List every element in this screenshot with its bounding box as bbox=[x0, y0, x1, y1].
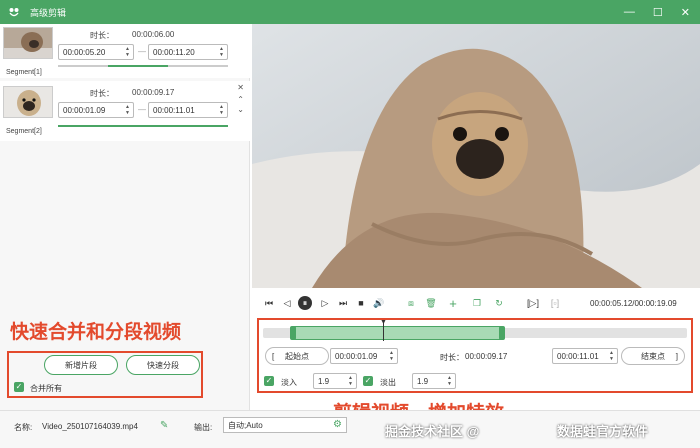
segment-thumbnail bbox=[3, 86, 53, 118]
stop-icon[interactable]: ■ bbox=[354, 296, 368, 310]
name-label: 名称: bbox=[14, 423, 33, 432]
copy-icon[interactable]: ❐ bbox=[470, 296, 484, 310]
video-preview[interactable] bbox=[252, 24, 700, 288]
end-time-value: 00:00:11.01 bbox=[557, 351, 599, 361]
bracket-left-icon: [ bbox=[272, 351, 275, 361]
fade-out-label: 淡出 bbox=[380, 378, 396, 387]
fade-in-field[interactable]: 1.9 ▲ ▼ bbox=[313, 373, 357, 389]
timeline-start-handle[interactable] bbox=[290, 326, 296, 340]
range-dash: — bbox=[138, 47, 146, 56]
fade-out-field[interactable]: 1.9 ▲ ▼ bbox=[412, 373, 456, 389]
stepper-icon[interactable]: ▲ ▼ bbox=[125, 104, 130, 116]
reset-icon[interactable]: ↻ bbox=[492, 296, 506, 310]
step-forward-icon[interactable]: ▷ bbox=[318, 296, 332, 310]
minimize-button[interactable]: — bbox=[624, 6, 635, 18]
delete-segment-icon[interactable]: ✕ bbox=[237, 83, 244, 92]
window-title: 高级剪辑 bbox=[30, 7, 67, 18]
segment-thumbnail bbox=[3, 27, 53, 59]
split-icon[interactable]: ⧈ bbox=[404, 296, 418, 310]
segment-duration: 00:00:06.00 bbox=[132, 30, 175, 39]
fade-in-label: 淡入 bbox=[281, 378, 297, 387]
set-end-button[interactable]: 结束点 ] bbox=[621, 347, 685, 365]
volume-icon[interactable]: 🔊 bbox=[372, 296, 386, 310]
add-icon[interactable]: + bbox=[446, 296, 460, 311]
stepper-icon[interactable]: ▲ ▼ bbox=[219, 104, 224, 116]
watermark-right: 数据蛙官方软件 bbox=[557, 424, 649, 439]
segment-start-field[interactable]: 00:00:05.20 ▲ ▼ bbox=[58, 44, 134, 60]
set-end-label: 结束点 bbox=[641, 351, 665, 361]
range-dash: — bbox=[138, 105, 146, 114]
add-segment-button[interactable]: 新增片段 bbox=[44, 355, 118, 375]
fade-in-checkbox[interactable]: ✓ bbox=[264, 376, 274, 386]
segment-duration-label: 时长： bbox=[90, 89, 114, 98]
set-start-label: 起始点 bbox=[285, 351, 309, 361]
set-start-button[interactable]: [ 起始点 bbox=[265, 347, 329, 365]
segment-start-field[interactable]: 00:00:01.09 ▲ ▼ bbox=[58, 102, 134, 118]
output-select-value: 自动;Auto bbox=[228, 420, 263, 430]
maximize-button[interactable]: ☐ bbox=[653, 6, 663, 19]
time-readout: 00:00:05.12/00:00:19.09 bbox=[590, 299, 677, 308]
segment-label: Segment[2] bbox=[6, 128, 42, 135]
segment-start-value: 00:00:05.20 bbox=[63, 47, 106, 57]
segment-duration: 00:00:09.17 bbox=[132, 88, 175, 97]
delete-icon[interactable]: 🗑 bbox=[424, 296, 438, 310]
skip-end-icon[interactable]: ⏭ bbox=[336, 296, 350, 310]
trim-duration-label: 时长： bbox=[440, 353, 464, 362]
fade-out-value: 1.9 bbox=[417, 376, 429, 386]
pause-button[interactable]: ⏸ bbox=[298, 296, 312, 310]
segment-end-field[interactable]: 00:00:11.20 ▲ ▼ bbox=[148, 44, 228, 60]
segment-duration-label: 时长： bbox=[90, 31, 114, 40]
segment-label: Segment[1] bbox=[6, 69, 42, 76]
trim-duration-value: 00:00:09.17 bbox=[465, 352, 508, 361]
start-time-field[interactable]: 00:00:01.09 ▲ ▼ bbox=[330, 348, 398, 364]
segment-item-1[interactable]: Segment[1] 时长： 00:00:06.00 00:00:05.20 ▲… bbox=[0, 24, 250, 78]
preview-frame-image bbox=[252, 24, 700, 288]
mark-in-out-icon[interactable]: [▷] bbox=[526, 296, 540, 310]
crop-icon[interactable]: [▫] bbox=[548, 296, 562, 310]
segment-end-field[interactable]: 00:00:11.01 ▲ ▼ bbox=[148, 102, 228, 118]
skip-start-icon[interactable]: ⏮ bbox=[262, 296, 276, 310]
bracket-right-icon: ] bbox=[675, 351, 678, 361]
output-select[interactable]: 自动;Auto ⚙ bbox=[223, 417, 347, 433]
stepper-icon[interactable]: ▲ ▼ bbox=[219, 46, 224, 58]
close-button[interactable]: ✕ bbox=[681, 6, 690, 19]
end-time-field[interactable]: 00:00:11.01 ▲ ▼ bbox=[552, 348, 618, 364]
stepper-icon[interactable]: ▲ ▼ bbox=[348, 375, 353, 387]
merge-all-checkbox[interactable]: ✓ bbox=[14, 382, 24, 392]
start-time-value: 00:00:01.09 bbox=[335, 351, 378, 361]
app-logo-icon bbox=[8, 6, 20, 18]
stepper-icon[interactable]: ▲ ▼ bbox=[389, 350, 394, 362]
file-name: Video_250107164039.mp4 bbox=[42, 422, 138, 431]
footer-bar: 名称: Video_250107164039.mp4 ✎ 输出: 自动;Auto… bbox=[0, 410, 700, 448]
segment-end-value: 00:00:11.01 bbox=[153, 105, 195, 115]
segment-range-bar bbox=[58, 125, 228, 127]
title-bar: 高级剪辑 — ☐ ✕ bbox=[0, 0, 700, 24]
left-annotation-caption: 快速合并和分段视频 bbox=[10, 321, 182, 343]
playhead-marker-icon[interactable]: ▼ bbox=[380, 319, 387, 326]
quick-split-button[interactable]: 快速分段 bbox=[126, 355, 200, 375]
step-back-icon[interactable]: ◁ bbox=[280, 296, 294, 310]
fade-in-value: 1.9 bbox=[318, 376, 330, 386]
segment-start-value: 00:00:01.09 bbox=[63, 105, 106, 115]
watermark-left: 掘金技术社区 @ bbox=[385, 424, 480, 439]
stepper-icon[interactable]: ▲ ▼ bbox=[125, 46, 130, 58]
segment-end-value: 00:00:11.20 bbox=[153, 47, 195, 57]
segment-panel: Segment[1] 时长： 00:00:06.00 00:00:05.20 ▲… bbox=[0, 24, 250, 410]
move-down-icon[interactable]: ⌄ bbox=[237, 105, 244, 114]
timeline-selection[interactable] bbox=[293, 326, 503, 340]
stepper-icon[interactable]: ▲ ▼ bbox=[609, 350, 614, 362]
merge-all-label: 合并所有 bbox=[30, 384, 62, 393]
output-label: 输出: bbox=[194, 423, 213, 432]
edit-name-icon[interactable]: ✎ bbox=[160, 420, 168, 431]
move-up-icon[interactable]: ⌃ bbox=[237, 95, 244, 104]
segment-range-bar bbox=[108, 65, 168, 67]
fade-out-checkbox[interactable]: ✓ bbox=[363, 376, 373, 386]
gear-icon[interactable]: ⚙ bbox=[333, 419, 342, 430]
stepper-icon[interactable]: ▲ ▼ bbox=[447, 375, 452, 387]
timeline-end-handle[interactable] bbox=[499, 326, 505, 340]
segment-item-2[interactable]: Segment[2] 时长： 00:00:09.17 00:00:01.09 ▲… bbox=[0, 81, 250, 141]
